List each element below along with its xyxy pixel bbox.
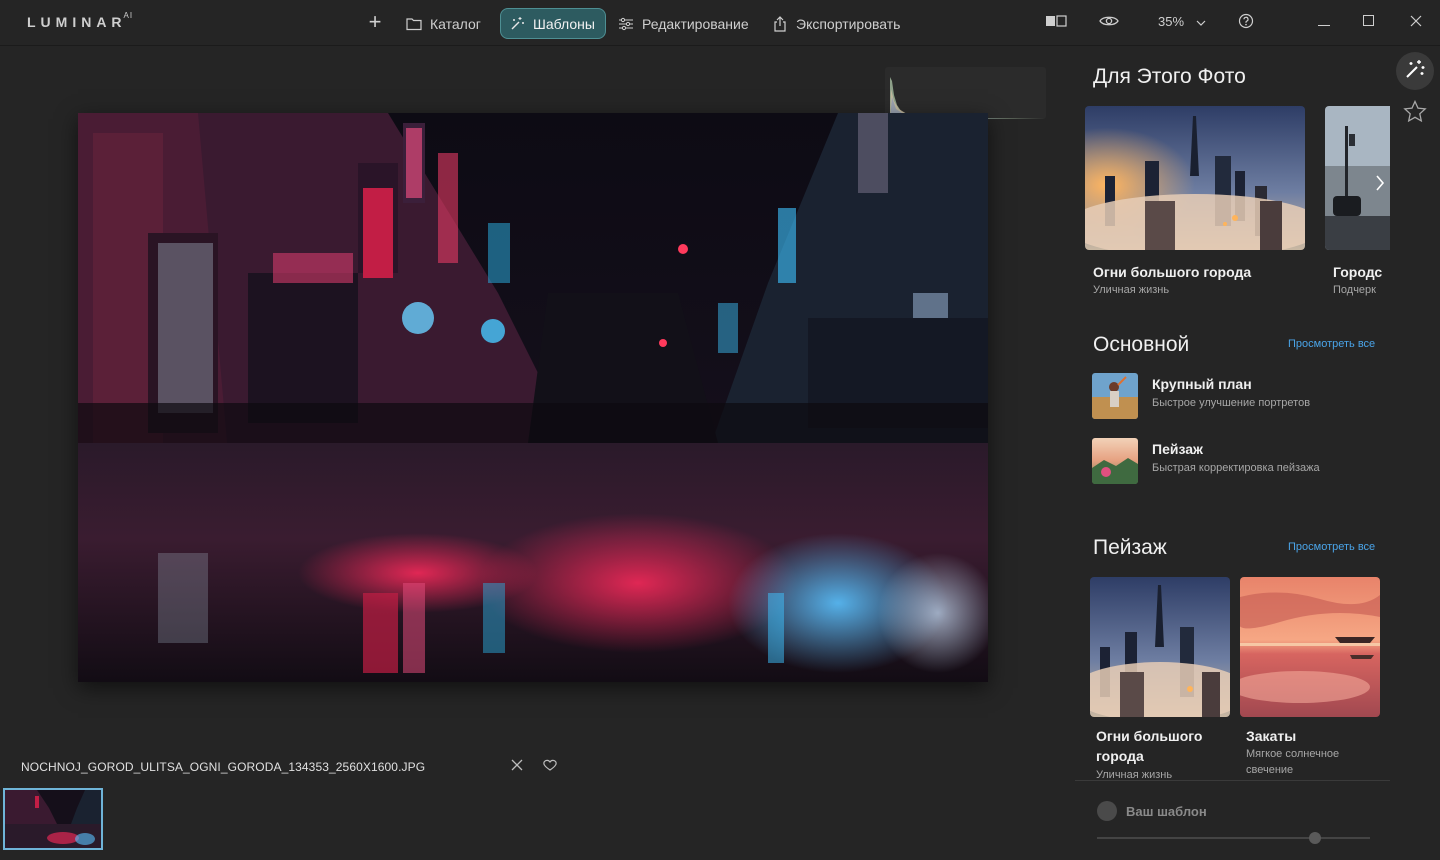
help-button[interactable] — [1237, 12, 1255, 34]
see-all-landscape-link[interactable]: Просмотреть все — [1288, 541, 1375, 553]
tab-export[interactable]: Экспортировать — [764, 8, 910, 39]
close-up-thumbnail — [1092, 373, 1138, 419]
close-icon — [1410, 14, 1422, 32]
reject-button[interactable] — [508, 758, 526, 776]
tab-catalog-label: Каталог — [430, 15, 481, 32]
maximize-button[interactable] — [1355, 10, 1383, 36]
list-item-subtitle: Быстрая корректировка пейзажа — [1152, 462, 1320, 474]
section-title-landscape: Пейзаж — [1093, 536, 1167, 559]
template-card-big-city-lights-landscape[interactable] — [1090, 577, 1230, 717]
file-name: NOCHNOJ_GOROD_ULITSA_OGNI_GORODA_134353_… — [21, 760, 426, 774]
tab-edit-label: Редактирование — [642, 15, 749, 32]
card-subtitle: Мягкое солнечное свечение — [1246, 748, 1340, 776]
carousel-next-button[interactable] — [1373, 174, 1387, 198]
card-title: Городс — [1333, 264, 1383, 280]
your-template-bar: Ваш шаблон — [1075, 780, 1390, 860]
preview-toggle[interactable] — [1097, 12, 1121, 34]
section-title-basic: Основной — [1093, 333, 1190, 356]
template-card-sunsets[interactable] — [1240, 577, 1380, 717]
minimize-icon — [1318, 14, 1330, 32]
logo-suffix: AI — [123, 11, 134, 21]
add-photos-button[interactable]: + — [365, 11, 385, 34]
section-title-for-this-photo: Для Этого Фото — [1093, 65, 1246, 88]
heart-icon — [543, 758, 557, 776]
card-title: Огни большого города — [1096, 728, 1203, 764]
star-icon — [1403, 99, 1427, 127]
sparkle-wand-icon — [509, 16, 525, 32]
card-title: Закаты — [1246, 728, 1297, 744]
close-window-button[interactable] — [1402, 10, 1430, 36]
zoom-select[interactable]: 35% — [1158, 14, 1206, 29]
folder-icon — [406, 16, 422, 32]
zoom-value: 35% — [1158, 14, 1185, 29]
tab-templates-label: Шаблоны — [533, 15, 595, 32]
close-icon — [511, 758, 523, 776]
your-template-label: Ваш шаблон — [1126, 803, 1207, 819]
chevron-right-icon — [1375, 174, 1385, 198]
magic-wand-icon — [1404, 58, 1426, 85]
list-item-subtitle: Быстрое улучшение портретов — [1152, 397, 1311, 409]
tab-catalog[interactable]: Каталог — [398, 8, 491, 39]
card-subtitle: Подчерк — [1333, 284, 1376, 296]
template-card-big-city-lights[interactable] — [1085, 106, 1305, 250]
template-avatar — [1097, 801, 1117, 821]
your-template-button[interactable]: Ваш шаблон — [1097, 801, 1207, 821]
minimize-button[interactable] — [1310, 10, 1338, 36]
tab-edit[interactable]: Редактирование — [610, 8, 759, 39]
histogram — [885, 67, 1046, 119]
templates-rail-button[interactable] — [1396, 52, 1434, 90]
tab-templates[interactable]: Шаблоны — [500, 8, 606, 39]
templates-panel: Для Этого Фото Огни большого города Улич… — [1070, 46, 1390, 860]
main-photo[interactable] — [78, 113, 988, 682]
eye-icon — [1099, 14, 1119, 33]
filmstrip-thumbnail[interactable] — [3, 788, 103, 850]
top-bar: LUMINARAI + Каталог Шаблоны Редактирован… — [0, 0, 1440, 46]
list-item-landscape[interactable]: Пейзаж Быстрая корректировка пейзажа — [1092, 438, 1390, 486]
help-icon — [1238, 13, 1254, 34]
template-amount-slider[interactable] — [1097, 832, 1370, 844]
list-item-close-up[interactable]: Крупный план Быстрое улучшение портретов — [1092, 373, 1390, 421]
landscape-thumbnail — [1092, 438, 1138, 484]
tab-export-label: Экспортировать — [796, 15, 901, 32]
compare-toggle[interactable] — [1044, 12, 1068, 34]
logo-text: LUMINAR — [27, 14, 127, 30]
favorites-rail-button[interactable] — [1396, 94, 1434, 132]
app-logo: LUMINARAI — [27, 11, 134, 30]
list-item-title: Пейзаж — [1152, 441, 1203, 457]
compare-icon — [1045, 14, 1067, 33]
card-title: Огни большого города — [1093, 264, 1252, 280]
share-icon — [772, 15, 788, 32]
card-subtitle: Уличная жизнь — [1093, 284, 1170, 296]
sliders-icon — [618, 16, 634, 32]
list-item-title: Крупный план — [1152, 376, 1252, 392]
maximize-icon — [1363, 14, 1375, 32]
favorite-button[interactable] — [541, 758, 559, 776]
see-all-basic-link[interactable]: Просмотреть все — [1288, 338, 1375, 350]
chevron-down-icon — [1196, 14, 1206, 29]
slider-knob[interactable] — [1309, 832, 1322, 844]
